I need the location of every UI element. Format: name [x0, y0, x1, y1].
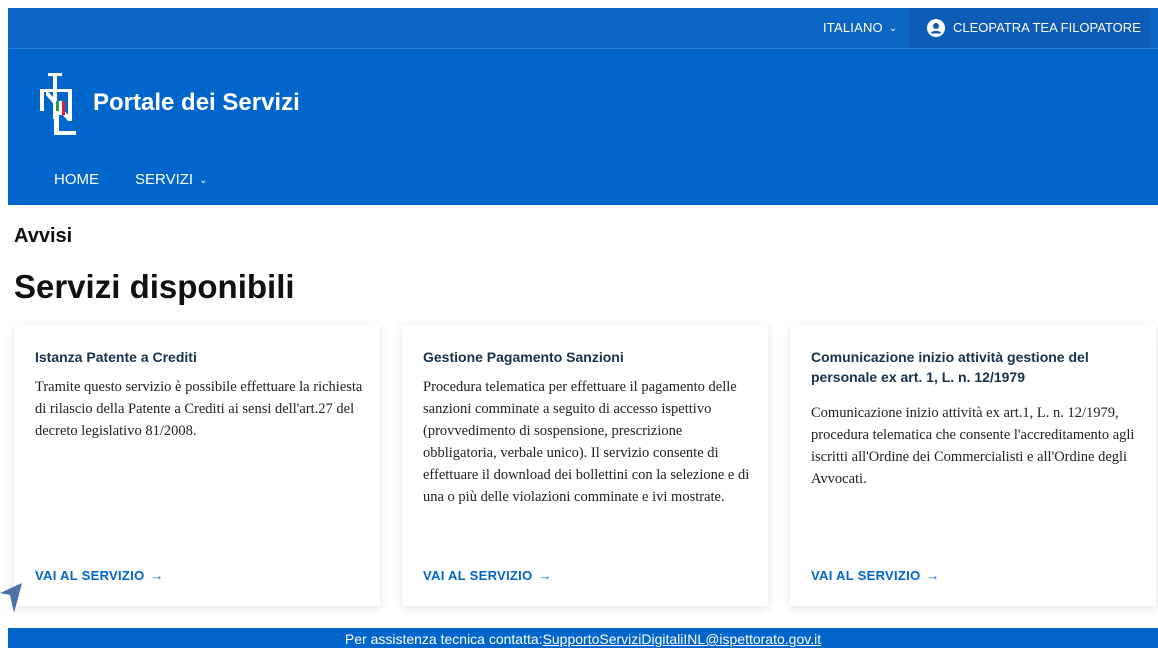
- nav-home[interactable]: HOME: [54, 171, 99, 188]
- mouse-cursor-icon: [0, 583, 24, 613]
- service-link[interactable]: VAI AL SERVIZIO →: [35, 568, 164, 583]
- service-link[interactable]: VAI AL SERVIZIO →: [811, 568, 940, 583]
- user-name: CLEOPATRA TEA FILOPATORE: [953, 20, 1141, 35]
- notices-heading: Avvisi: [14, 225, 73, 247]
- portal-title[interactable]: Portale dei Servizi: [93, 89, 300, 117]
- card-title: Comunicazione inizio attività gestione d…: [811, 349, 1089, 385]
- card-description: Tramite questo servizio è possibile effe…: [35, 379, 363, 439]
- user-menu[interactable]: CLEOPATRA TEA FILOPATORE⌄: [909, 8, 1150, 74]
- arrow-right-icon: →: [926, 568, 940, 583]
- support-email-link[interactable]: SupportoServiziDigitaliINL@ispettorato.g…: [543, 631, 822, 647]
- section-title: Servizi disponibili: [14, 268, 295, 305]
- language-label: ITALIANO: [823, 20, 883, 35]
- arrow-right-icon: →: [150, 568, 164, 583]
- support-footer: Per assistenza tecnica contatta:Supporto…: [8, 628, 1158, 648]
- chevron-down-icon: ⌄: [888, 23, 898, 34]
- card-title: Gestione Pagamento Sanzioni: [423, 349, 624, 365]
- arrow-right-icon: →: [538, 568, 552, 583]
- footer-text: Per assistenza tecnica contatta:: [344, 631, 543, 647]
- card-description: Comunicazione inizio attività ex art.1, …: [811, 405, 1135, 487]
- service-card: Gestione Pagamento Sanzioni Procedura te…: [402, 325, 768, 606]
- service-card: Istanza Patente a Crediti Tramite questo…: [14, 325, 380, 606]
- language-selector[interactable]: ITALIANO ⌄: [823, 8, 897, 48]
- nav-servizi-label: SERVIZI: [135, 171, 194, 188]
- service-link-label: VAI AL SERVIZIO: [423, 568, 533, 583]
- user-circle-icon: [927, 19, 945, 37]
- service-card: Comunicazione inizio attività gestione d…: [790, 325, 1156, 606]
- chevron-down-icon: ⌄: [199, 175, 208, 186]
- site-header: Portale dei Servizi HOME SERVIZI ⌄: [8, 48, 1158, 205]
- card-title: Istanza Patente a Crediti: [35, 349, 197, 365]
- nav-servizi[interactable]: SERVIZI ⌄: [135, 171, 207, 188]
- top-bar: ITALIANO ⌄ CLEOPATRA TEA FILOPATORE⌄: [8, 8, 1158, 74]
- service-link[interactable]: VAI AL SERVIZIO →: [423, 568, 552, 583]
- service-link-label: VAI AL SERVIZIO: [35, 568, 145, 583]
- service-link-label: VAI AL SERVIZIO: [811, 568, 921, 583]
- card-description: Procedura telematica per effettuare il p…: [423, 379, 750, 505]
- inl-logo[interactable]: [38, 71, 88, 137]
